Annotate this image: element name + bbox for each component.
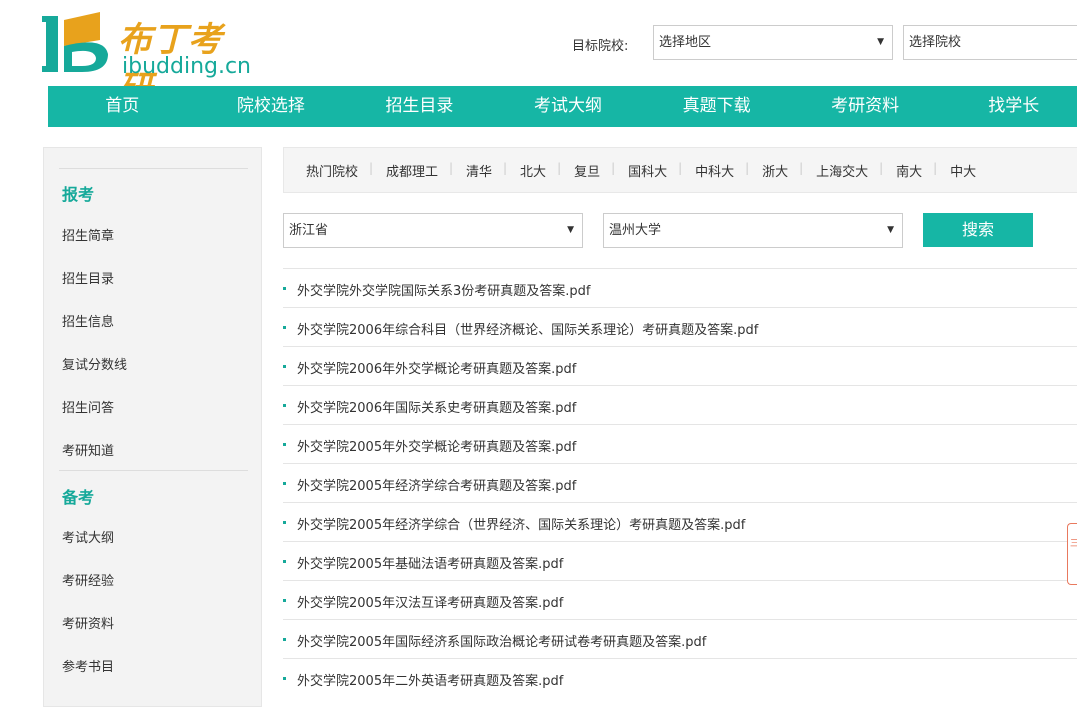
sidebar: 报考 招生简章 招生目录 招生信息 复试分数线 招生问答 考研知道 备考 考试大… [43,147,262,707]
sidebar-item-catalog[interactable]: 招生目录 [62,268,114,287]
list-item[interactable]: 外交学院2005年经济学综合（世界经济、国际关系理论）考研真题及答案.pdf [283,502,1077,541]
sidebar-heading-prepare: 备考 [62,488,95,507]
divider [59,168,248,169]
nav-item-past-papers[interactable]: 真题下载 [642,86,791,127]
file-link[interactable]: 外交学院2005年汉法互译考研真题及答案.pdf [297,592,563,611]
sidebar-item-retest-scores[interactable]: 复试分数线 [62,354,127,373]
tag-school[interactable]: 国科大 [611,161,681,180]
tag-school[interactable]: 成都理工 [369,161,452,180]
logo-text-en: ibudding.cn [122,54,252,79]
nav-item-find-senior[interactable]: 找学长 [939,86,1077,127]
list-item[interactable]: 外交学院2005年汉法互译考研真题及答案.pdf [283,580,1077,619]
bullet-icon [283,677,286,680]
sidebar-item-brochure[interactable]: 招生简章 [62,225,114,244]
file-link[interactable]: 外交学院2005年二外英语考研真题及答案.pdf [297,670,563,689]
caret-down-icon: ▼ [567,225,574,235]
sidebar-item-syllabus[interactable]: 考试大纲 [62,527,114,546]
sidebar-item-materials[interactable]: 考研资料 [62,613,114,632]
file-link[interactable]: 外交学院2005年外交学概论考研真题及答案.pdf [297,436,576,455]
tag-school[interactable]: 上海交大 [799,161,882,180]
university-select-value: 温州大学 [609,223,662,238]
file-link[interactable]: 外交学院2005年经济学综合考研真题及答案.pdf [297,475,576,494]
sidebar-item-knowledge[interactable]: 考研知道 [62,440,114,459]
file-link[interactable]: 外交学院2005年国际经济系国际政治概论考研试卷考研真题及答案.pdf [297,631,706,650]
caret-down-icon: ▼ [887,225,894,235]
province-select-value: 浙江省 [289,223,329,238]
school-select[interactable]: 选择院校 [903,25,1077,60]
list-item[interactable]: 外交学院2005年经济学综合考研真题及答案.pdf [283,463,1077,502]
file-link[interactable]: 外交学院2006年国际关系史考研真题及答案.pdf [297,397,576,416]
site-logo[interactable]: 布丁考研 ibudding.cn [42,10,252,109]
file-link[interactable]: 外交学院2005年经济学综合（世界经济、国际关系理论）考研真题及答案.pdf [297,514,745,533]
bullet-icon [283,638,286,641]
list-item[interactable]: 外交学院2005年基础法语考研真题及答案.pdf [283,541,1077,580]
nav-item-materials[interactable]: 考研资料 [791,86,940,127]
nav-item-syllabus[interactable]: 考试大纲 [494,86,643,127]
bullet-icon [283,404,286,407]
list-item[interactable]: 外交学院2006年外交学概论考研真题及答案.pdf [283,346,1077,385]
tag-school[interactable]: 北大 [503,161,560,180]
tag-school[interactable]: 浙大 [745,161,802,180]
target-school-label: 目标院校: [572,39,629,54]
caret-down-icon: ▼ [877,37,884,47]
tag-school[interactable]: 清华 [449,161,506,180]
region-select-value: 选择地区 [659,35,712,50]
search-button[interactable]: 搜索 [923,213,1033,247]
bullet-icon [283,287,286,290]
university-select[interactable]: 温州大学 ▼ [603,213,903,248]
bullet-icon [283,482,286,485]
list-item[interactable]: 外交学院2005年国际经济系国际政治概论考研试卷考研真题及答案.pdf [283,619,1077,658]
bullet-icon [283,326,286,329]
sidebar-heading-apply: 报考 [62,185,95,204]
file-link[interactable]: 外交学院外交学院国际关系3份考研真题及答案.pdf [297,280,590,299]
bullet-icon [283,599,286,602]
list-item[interactable]: 外交学院2006年国际关系史考研真题及答案.pdf [283,385,1077,424]
nav-item-home[interactable]: 首页 [48,86,197,127]
divider [59,470,248,471]
sidebar-item-books[interactable]: 参考书目 [62,656,114,675]
tag-school[interactable]: 复旦 [557,161,614,180]
floating-side-tab[interactable]: 三 [1067,523,1077,585]
bullet-icon [283,560,286,563]
list-item[interactable]: 外交学院外交学院国际关系3份考研真题及答案.pdf [283,268,1077,307]
sidebar-item-qa[interactable]: 招生问答 [62,397,114,416]
sidebar-item-experience[interactable]: 考研经验 [62,570,114,589]
hot-schools-bar: 热门院校 成都理工 清华 北大 复旦 国科大 中科大 浙大 上海交大 南大 中大 [283,147,1077,193]
bullet-icon [283,365,286,368]
file-list: 外交学院外交学院国际关系3份考研真题及答案.pdf 外交学院2006年综合科目（… [283,268,1077,697]
main-nav: 首页 院校选择 招生目录 考试大纲 真题下载 考研资料 找学长 [48,86,1077,127]
list-item[interactable]: 外交学院2006年综合科目（世界经济概论、国际关系理论）考研真题及答案.pdf [283,307,1077,346]
tag-school[interactable]: 中科大 [678,161,748,180]
file-link[interactable]: 外交学院2005年基础法语考研真题及答案.pdf [297,553,563,572]
tag-school[interactable]: 中大 [933,161,990,180]
list-item[interactable]: 外交学院2005年外交学概论考研真题及答案.pdf [283,424,1077,463]
header: 布丁考研 ibudding.cn 目标院校: 选择地区 ▼ 选择院校 [0,0,1077,109]
province-select[interactable]: 浙江省 ▼ [283,213,583,248]
bullet-icon [283,521,286,524]
region-select[interactable]: 选择地区 ▼ [653,25,893,60]
file-link[interactable]: 外交学院2006年外交学概论考研真题及答案.pdf [297,358,576,377]
logo-mark-icon [42,12,108,72]
tag-school[interactable]: 南大 [879,161,936,180]
school-select-value: 选择院校 [909,35,962,50]
sidebar-item-info[interactable]: 招生信息 [62,311,114,330]
file-link[interactable]: 外交学院2006年综合科目（世界经济概论、国际关系理论）考研真题及答案.pdf [297,319,758,338]
list-item[interactable]: 外交学院2005年二外英语考研真题及答案.pdf [283,658,1077,697]
tag-hot-schools: 热门院校 [306,164,359,180]
nav-item-catalog[interactable]: 招生目录 [345,86,494,127]
nav-item-school-choice[interactable]: 院校选择 [197,86,346,127]
bullet-icon [283,443,286,446]
